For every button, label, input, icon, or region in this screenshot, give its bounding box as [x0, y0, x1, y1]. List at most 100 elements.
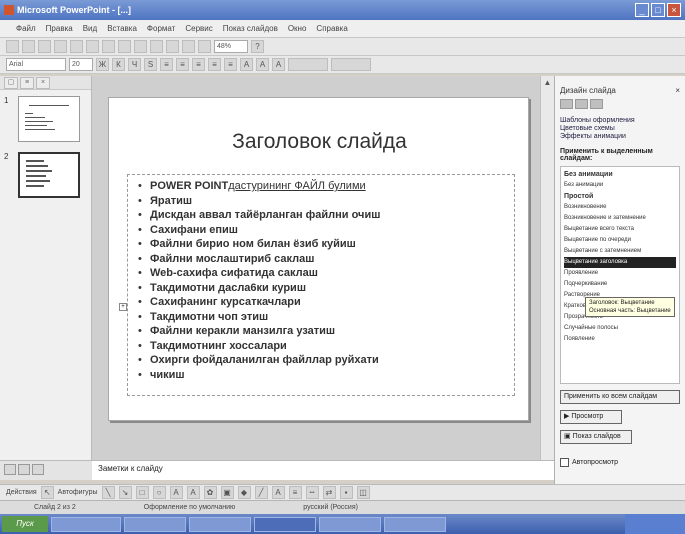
- preview-button[interactable]: ▶ Просмотр: [560, 410, 622, 424]
- list-item[interactable]: Возникновение: [564, 202, 676, 213]
- arrow-style-icon[interactable]: ⇄: [322, 486, 336, 499]
- list-item[interactable]: Выцветание с затемнением: [564, 246, 676, 257]
- bullet-textbox[interactable]: • POWER POINT дастурининг ФАЙЛ булими • Яр…: [127, 174, 515, 396]
- align-left-icon[interactable]: ≡: [160, 58, 173, 71]
- list-item[interactable]: Возникновение и затемнение: [564, 213, 676, 224]
- spell-icon[interactable]: [86, 40, 99, 53]
- paste-icon[interactable]: [134, 40, 147, 53]
- zoom-box[interactable]: 48%: [214, 40, 248, 53]
- font-color-icon[interactable]: A: [272, 58, 285, 71]
- actions-menu[interactable]: Действия: [6, 489, 37, 496]
- new-slide-button[interactable]: [331, 58, 371, 71]
- table-icon[interactable]: [198, 40, 211, 53]
- open-icon[interactable]: [22, 40, 35, 53]
- copy-icon[interactable]: [118, 40, 131, 53]
- taskbar-item[interactable]: [124, 516, 186, 532]
- align-right-icon[interactable]: ≡: [192, 58, 205, 71]
- align-center-icon[interactable]: ≡: [176, 58, 189, 71]
- tab-outline[interactable]: ≡: [20, 77, 34, 89]
- list-item[interactable]: Без анимации: [564, 180, 676, 191]
- wordart-icon[interactable]: A: [186, 486, 200, 499]
- line-icon[interactable]: ╲: [101, 486, 115, 499]
- line-color-icon[interactable]: ╱: [254, 486, 268, 499]
- cut-icon[interactable]: [102, 40, 115, 53]
- notes-pane[interactable]: Заметки к слайду: [92, 460, 554, 480]
- taskbar-item[interactable]: [319, 516, 381, 532]
- list-item[interactable]: Случайные полосы: [564, 323, 676, 334]
- list-item[interactable]: Выцветание всего текста: [564, 224, 676, 235]
- font-shrink-icon[interactable]: A: [256, 58, 269, 71]
- apply-all-button[interactable]: Применить ко всем слайдам: [560, 390, 680, 404]
- undo-icon[interactable]: [150, 40, 163, 53]
- bullets-icon[interactable]: ≡: [224, 58, 237, 71]
- scroll-up-icon[interactable]: ▲: [541, 76, 554, 89]
- numbering-icon[interactable]: ≡: [208, 58, 221, 71]
- animation-list[interactable]: Без анимации Без анимации Простой Возник…: [560, 166, 680, 384]
- preview-icon[interactable]: [70, 40, 83, 53]
- rectangle-icon[interactable]: □: [135, 486, 149, 499]
- link-color-schemes[interactable]: Цветовые схемы: [560, 125, 680, 132]
- slide-thumbnail-1[interactable]: [18, 96, 80, 142]
- bold-icon[interactable]: Ж: [96, 58, 109, 71]
- textbox-icon[interactable]: A: [169, 486, 183, 499]
- pane-close-icon[interactable]: ×: [36, 77, 50, 89]
- clipart-icon[interactable]: ✿: [203, 486, 217, 499]
- taskbar-item-powerpoint[interactable]: [254, 516, 316, 532]
- resize-handle[interactable]: +: [119, 303, 127, 311]
- new-icon[interactable]: [6, 40, 19, 53]
- normal-view-icon[interactable]: [4, 464, 16, 475]
- select-icon[interactable]: ↖: [40, 486, 54, 499]
- sorter-view-icon[interactable]: [18, 464, 30, 475]
- maximize-button[interactable]: □: [651, 3, 665, 17]
- picture-icon[interactable]: ▣: [220, 486, 234, 499]
- arrow-icon[interactable]: ↘: [118, 486, 132, 499]
- tab-slides[interactable]: ▢: [4, 77, 18, 89]
- shadow-style-icon[interactable]: ▪: [339, 486, 353, 499]
- menu-tools[interactable]: Сервис: [185, 24, 212, 33]
- save-icon[interactable]: [38, 40, 51, 53]
- oval-icon[interactable]: ○: [152, 486, 166, 499]
- list-item[interactable]: Появление: [564, 334, 676, 345]
- list-item[interactable]: Подчеркивание: [564, 279, 676, 290]
- start-button[interactable]: Пуск: [2, 516, 48, 532]
- italic-icon[interactable]: К: [112, 58, 125, 71]
- shadow-icon[interactable]: S: [144, 58, 157, 71]
- menu-view[interactable]: Вид: [83, 24, 97, 33]
- link-design-templates[interactable]: Шаблоны оформления: [560, 117, 680, 124]
- font-color-draw-icon[interactable]: A: [271, 486, 285, 499]
- font-size-box[interactable]: 20: [69, 58, 93, 71]
- menu-format[interactable]: Формат: [147, 24, 175, 33]
- font-grow-icon[interactable]: A: [240, 58, 253, 71]
- close-button[interactable]: ×: [667, 3, 681, 17]
- menu-insert[interactable]: Вставка: [107, 24, 137, 33]
- print-icon[interactable]: [54, 40, 67, 53]
- autoshapes-menu[interactable]: Автофигуры: [58, 489, 98, 496]
- chart-icon[interactable]: [182, 40, 195, 53]
- forward-icon[interactable]: [575, 99, 588, 109]
- help-icon[interactable]: ?: [251, 40, 264, 53]
- taskbar-item[interactable]: [189, 516, 251, 532]
- slideshow-view-icon[interactable]: [32, 464, 44, 475]
- slideshow-button[interactable]: ▣ Показ слайдов: [560, 430, 632, 444]
- redo-icon[interactable]: [166, 40, 179, 53]
- menu-edit[interactable]: Правка: [46, 24, 73, 33]
- underline-icon[interactable]: Ч: [128, 58, 141, 71]
- home-icon[interactable]: [590, 99, 603, 109]
- menu-slideshow[interactable]: Показ слайдов: [223, 24, 278, 33]
- font-name-box[interactable]: Arial: [6, 58, 66, 71]
- quicklaunch-area[interactable]: [51, 516, 121, 532]
- fill-color-icon[interactable]: ◆: [237, 486, 251, 499]
- list-item[interactable]: Проявление: [564, 268, 676, 279]
- autopreview-checkbox[interactable]: Автопросмотр: [560, 458, 680, 467]
- menu-window[interactable]: Окно: [288, 24, 307, 33]
- link-animation-schemes[interactable]: Эффекты анимации: [560, 133, 680, 140]
- vertical-scrollbar[interactable]: ▲: [540, 76, 554, 460]
- 3d-style-icon[interactable]: ◫: [356, 486, 370, 499]
- task-pane-close-icon[interactable]: ×: [675, 86, 680, 95]
- menu-file[interactable]: Файл: [16, 24, 36, 33]
- task-pane-title[interactable]: Дизайн слайда: [560, 86, 616, 95]
- taskbar-item[interactable]: [384, 516, 446, 532]
- back-icon[interactable]: [560, 99, 573, 109]
- slide-canvas[interactable]: Заголовок слайда • POWER POINT дастуринин…: [108, 97, 529, 421]
- designer-button[interactable]: [288, 58, 328, 71]
